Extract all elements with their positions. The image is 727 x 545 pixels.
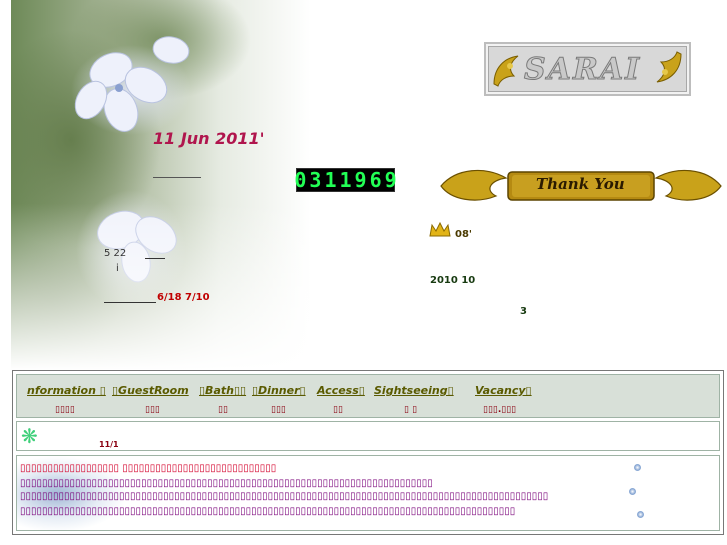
nav-dinner[interactable]: ▯Dinner▯ — [252, 384, 306, 397]
nav-access-sub: ▯▯ — [333, 405, 343, 415]
nav-information-sub: ▯▯▯▯ — [55, 405, 75, 415]
nav-dinner-sub: ▯▯▯ — [271, 405, 286, 415]
info-line[interactable]: ▯▯▯▯▯▯▯▯▯▯▯▯▯▯▯▯▯▯▯▯▯▯▯▯▯▯▯▯▯▯▯▯▯▯▯▯▯▯▯▯… — [20, 491, 620, 502]
nav-vacancy-sub: ▯▯▯.▯▯▯ — [483, 405, 517, 415]
nav-access[interactable]: Access▯ — [317, 384, 365, 397]
counter-digit: 0 — [294, 168, 307, 192]
main-navigation: nformation ▯ ▯▯▯▯ ▯GuestRoom ▯▯▯ ▯Bath▯▯… — [16, 374, 720, 418]
nav-sightseeing[interactable]: Sightseeing▯ — [374, 384, 454, 397]
closure-dates-text: 6/18 7/10 — [157, 292, 210, 303]
nav-bath[interactable]: ▯Bath▯▯ — [199, 384, 246, 397]
divider — [153, 177, 201, 178]
info-line[interactable]: ▯▯▯▯▯▯▯▯▯▯▯▯▯▯▯▯▯▯▯▯▯▯▯▯▯▯▯▯▯▯▯▯▯▯▯▯▯▯▯▯… — [20, 478, 620, 489]
nav-guestroom[interactable]: ▯GuestRoom — [112, 384, 189, 397]
sarai-logo[interactable]: SARAI — [484, 42, 691, 96]
visitor-counter: 0 3 1 1 9 6 9 — [294, 168, 397, 192]
info-line[interactable]: ▯▯▯▯▯▯▯▯▯▯▯▯▯▯▯▯▯▯ ▯▯▯▯▯▯▯▯▯▯▯▯▯▯▯▯▯▯▯▯▯… — [20, 463, 620, 474]
award-year-text: 2010 10 — [430, 275, 476, 286]
ornament-icon — [493, 55, 519, 87]
counter-digit: 6 — [369, 168, 382, 192]
hero-banner: 11 Jun 2011' 0 3 1 1 9 6 9 5 22 i 6/18 7… — [0, 0, 727, 370]
content-box: nformation ▯ ▯▯▯▯ ▯GuestRoom ▯▯▯ ▯Bath▯▯… — [12, 370, 724, 535]
date-text: 11 Jun 2011' — [153, 129, 265, 148]
news-bar: ❋ 11/1 — [16, 421, 720, 451]
photo-fade — [11, 0, 311, 370]
counter-digit: 9 — [384, 168, 397, 192]
info-line[interactable]: ▯▯▯▯▯▯▯▯▯▯▯▯▯▯▯▯▯▯▯▯▯▯▯▯▯▯▯▯▯▯▯▯▯▯▯▯▯▯▯▯… — [20, 506, 620, 517]
sparkle-icon — [634, 464, 641, 471]
counter-digit: 1 — [339, 168, 352, 192]
link-underline[interactable] — [104, 302, 156, 303]
counter-digit: 9 — [354, 168, 367, 192]
notice-text: i — [116, 263, 119, 274]
news-date: 11/1 — [99, 440, 119, 449]
nav-vacancy[interactable]: Vacancy▯ — [475, 384, 532, 397]
thank-you-text: Thank You — [536, 175, 625, 193]
nav-information[interactable]: nformation ▯ — [27, 384, 106, 397]
sparkle-icon — [629, 488, 636, 495]
nav-bath-sub: ▯▯ — [218, 405, 228, 415]
nav-sightseeing-sub: ▯ ▯ — [404, 405, 418, 415]
crown-icon — [429, 222, 451, 237]
award-count-text: 3 — [520, 306, 527, 317]
sparkle-icon: ❋ — [21, 424, 38, 448]
left-margin — [0, 0, 11, 370]
thank-you-banner[interactable]: Thank You — [436, 160, 726, 210]
sparkle-icon — [637, 511, 644, 518]
link-underline[interactable] — [145, 258, 165, 259]
ranking-text: 08' — [455, 229, 472, 240]
notice-text: 5 22 — [104, 248, 127, 259]
counter-digit: 1 — [324, 168, 337, 192]
logo-text: SARAI — [523, 52, 642, 88]
nav-guestroom-sub: ▯▯▯ — [145, 405, 160, 415]
counter-digit: 3 — [309, 168, 322, 192]
ornament-icon — [656, 51, 682, 83]
info-panel: ▯▯▯▯▯▯▯▯▯▯▯▯▯▯▯▯▯▯ ▯▯▯▯▯▯▯▯▯▯▯▯▯▯▯▯▯▯▯▯▯… — [16, 455, 720, 531]
